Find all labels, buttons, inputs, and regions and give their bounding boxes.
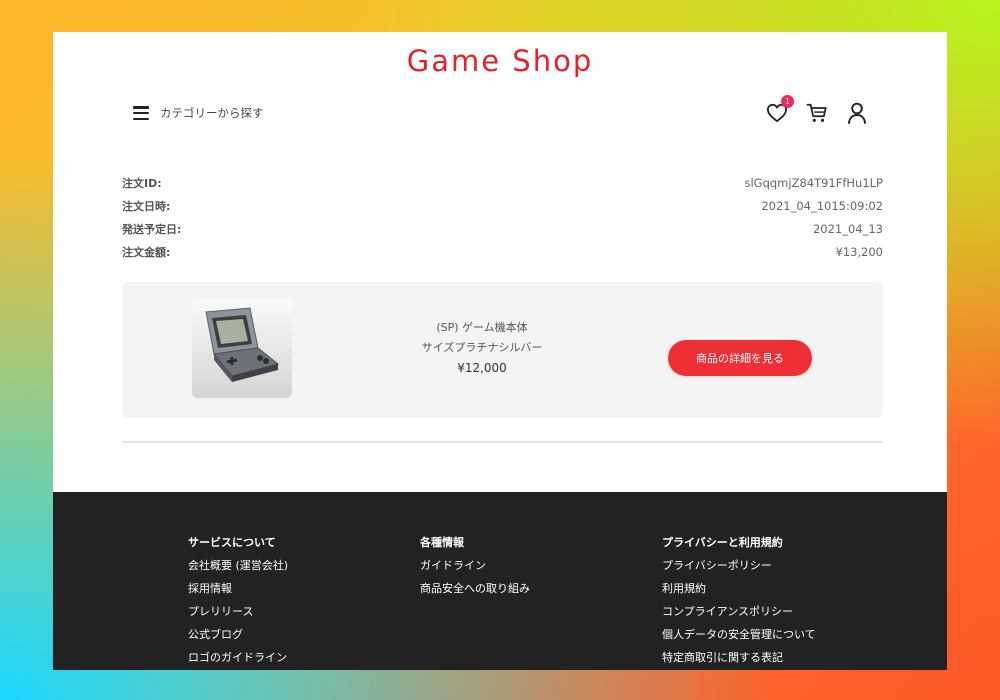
shipping-date-label: 発送予定日: [122, 222, 182, 236]
header-icons: 1 [765, 95, 869, 125]
app-window: Game Shop カテゴリーから探す 1 注文ID: slGqqmjZ84T9… [53, 32, 947, 670]
footer-column-title: 各種情報 [420, 536, 464, 549]
favorites-count-badge: 1 [781, 95, 794, 108]
favorites-button[interactable]: 1 [765, 95, 794, 125]
section-divider [122, 441, 883, 443]
category-menu-label: カテゴリーから探す [160, 106, 264, 120]
shipping-date-row: 発送予定日: 2021_04_13 [122, 217, 883, 240]
footer-link-data-security[interactable]: 個人データの安全管理について [662, 627, 816, 650]
order-details: 注文ID: slGqqmjZ84T91FfHu1LP 注文日時: 2021_04… [122, 171, 883, 263]
footer-link-compliance[interactable]: コンプライアンスポリシー [662, 604, 816, 627]
user-icon [848, 102, 866, 124]
order-datetime-row: 注文日時: 2021_04_1015:09:02 [122, 194, 883, 217]
order-datetime-label: 注文日時: [122, 199, 171, 213]
product-info: (SP) ゲーム機本体 サイズプラチナシルバー ¥12,000 [382, 318, 582, 375]
product-image[interactable] [192, 298, 292, 398]
footer-link-privacy-policy[interactable]: プライバシーポリシー [662, 558, 816, 581]
footer-column-title: サービスについて [188, 536, 276, 549]
cart-button[interactable] [805, 101, 829, 125]
order-id-row: 注文ID: slGqqmjZ84T91FfHu1LP [122, 171, 883, 194]
footer-column-info: 各種情報 ガイドライン 商品安全への取り組み [420, 534, 530, 604]
footer-link-blog[interactable]: 公式ブログ [188, 627, 288, 650]
top-navigation: カテゴリーから探す 1 [133, 95, 869, 126]
order-id-value: slGqqmjZ84T91FfHu1LP [744, 175, 883, 190]
hamburger-menu-icon [133, 106, 149, 120]
order-datetime-value: 2021_04_1015:09:02 [761, 198, 883, 213]
footer-column-privacy: プライバシーと利用規約 プライバシーポリシー 利用規約 コンプライアンスポリシー… [662, 534, 816, 670]
cart-icon [806, 103, 827, 122]
game-console-image [205, 307, 280, 382]
site-logo[interactable]: Game Shop [53, 44, 947, 78]
order-amount-value: ¥13,200 [835, 244, 883, 259]
footer-column-title: プライバシーと利用規約 [662, 536, 783, 549]
footer-column-service: サービスについて 会社概要 (運営会社) 採用情報 プレリリース 公式ブログ ロ… [188, 534, 288, 670]
footer-link-terms[interactable]: 利用規約 [662, 581, 816, 604]
footer-link-recruit[interactable]: 採用情報 [188, 581, 288, 604]
order-id-label: 注文ID: [122, 176, 162, 190]
footer-link-product-safety[interactable]: 商品安全への取り組み [420, 581, 530, 604]
view-product-details-button[interactable]: 商品の詳細を見る [668, 340, 812, 376]
footer-link-guidelines[interactable]: ガイドライン [420, 558, 530, 581]
product-name-line2: サイズプラチナシルバー [421, 341, 543, 354]
category-menu-button[interactable]: カテゴリーから探す [133, 105, 264, 121]
footer-link-commercial-law[interactable]: 特定商取引に関する表記 [662, 650, 816, 670]
order-amount-label: 注文金額: [122, 245, 171, 259]
footer-link-press-release[interactable]: プレリリース [188, 604, 288, 627]
product-name-line1: (SP) ゲーム機本体 [436, 321, 528, 334]
product-card: (SP) ゲーム機本体 サイズプラチナシルバー ¥12,000 商品の詳細を見る [122, 282, 883, 418]
product-price: ¥12,000 [457, 361, 507, 375]
account-button[interactable] [845, 101, 869, 125]
footer: サービスについて 会社概要 (運営会社) 採用情報 プレリリース 公式ブログ ロ… [53, 492, 947, 670]
footer-link-company[interactable]: 会社概要 (運営会社) [188, 558, 288, 581]
order-amount-row: 注文金額: ¥13,200 [122, 240, 883, 263]
shipping-date-value: 2021_04_13 [812, 221, 883, 236]
footer-link-logo-guidelines[interactable]: ロゴのガイドライン [188, 650, 288, 670]
